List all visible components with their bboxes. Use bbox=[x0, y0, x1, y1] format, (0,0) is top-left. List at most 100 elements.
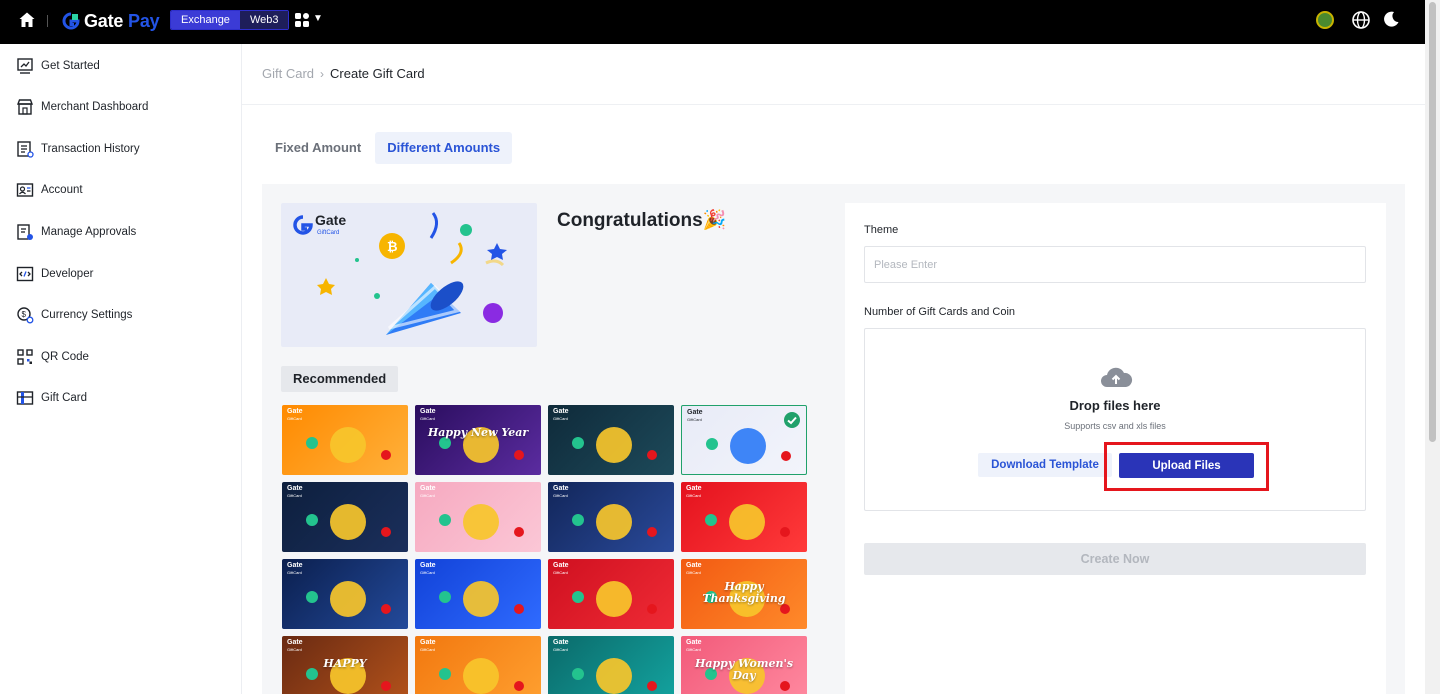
supported-formats-text: Supports csv and xls files bbox=[1064, 421, 1166, 431]
sidebar-item-label: Merchant Dashboard bbox=[41, 101, 149, 113]
card-artwork bbox=[439, 504, 524, 540]
gift-card-template-haunted-castle[interactable]: Gate GiftCard bbox=[548, 636, 674, 694]
gift-card-template-happy-new-year[interactable]: Gate GiftCard Happy New Year bbox=[415, 405, 541, 475]
gift-card-template-love-envelope[interactable]: Gate GiftCard bbox=[415, 482, 541, 552]
topbar-divider bbox=[47, 15, 48, 27]
sidebar-item-label: Developer bbox=[41, 268, 94, 280]
page-title: Create Gift Card bbox=[330, 66, 425, 81]
moon-icon[interactable] bbox=[1382, 10, 1400, 28]
create-gift-card-panel: Gate GiftCard ₿ Congratulations🎉 Recomme… bbox=[262, 184, 1405, 694]
gate-pay-logo[interactable]: Gate Pay bbox=[62, 9, 160, 33]
sidebar: Get Started Merchant Dashboard Transacti… bbox=[0, 44, 242, 694]
gift-card-preview: Gate GiftCard ₿ bbox=[281, 203, 537, 347]
gift-card-template-santa-coin[interactable]: Gate GiftCard bbox=[548, 482, 674, 552]
gift-card-template-fireworks[interactable]: Gate GiftCard bbox=[548, 405, 674, 475]
recommended-label: Recommended bbox=[281, 366, 399, 392]
storefront-icon bbox=[16, 99, 34, 115]
party-popper-illustration: Gate GiftCard ₿ bbox=[293, 212, 507, 335]
sidebar-item-gift-card[interactable]: Gift Card bbox=[0, 383, 241, 413]
gate-logo-icon bbox=[62, 12, 80, 30]
brand-name: Gate bbox=[84, 10, 124, 31]
upload-files-button[interactable]: Upload Files bbox=[1119, 453, 1254, 478]
id-card-icon bbox=[16, 183, 34, 197]
gift-cards-coin-label: Number of Gift Cards and Coin bbox=[864, 306, 1016, 318]
list-document-icon bbox=[17, 141, 34, 158]
sidebar-item-account[interactable]: Account bbox=[0, 175, 241, 205]
card-artwork bbox=[306, 581, 391, 617]
tab-different-amounts[interactable]: Different Amounts bbox=[375, 132, 513, 164]
card-artwork bbox=[439, 581, 524, 617]
card-artwork bbox=[439, 427, 524, 463]
tab-fixed-amount[interactable]: Fixed Amount bbox=[263, 132, 373, 164]
gift-card-template-rabbit-coin[interactable]: Gate GiftCard bbox=[548, 559, 674, 629]
gift-card-template-thanksgiving[interactable]: Gate GiftCard Happy Thanksgiving bbox=[681, 559, 807, 629]
card-greeting-text: Happy Thanksgiving bbox=[702, 580, 786, 605]
caret-down-icon[interactable]: ▼ bbox=[313, 13, 323, 24]
breadcrumb-separator: › bbox=[320, 66, 325, 81]
globe-icon[interactable] bbox=[1351, 10, 1371, 30]
card-artwork bbox=[306, 504, 391, 540]
gift-card-template-moon-festival[interactable]: Gate GiftCard bbox=[282, 559, 408, 629]
sidebar-item-label: Transaction History bbox=[41, 143, 140, 155]
sidebar-item-merchant-dashboard[interactable]: Merchant Dashboard bbox=[0, 92, 241, 122]
gift-card-icon bbox=[16, 391, 34, 405]
platform-switcher: Exchange Web3 bbox=[170, 10, 290, 30]
main-content: Gift Card › Create Gift Card Fixed Amoun… bbox=[242, 44, 1425, 694]
card-artwork bbox=[439, 658, 524, 694]
sidebar-item-developer[interactable]: Developer bbox=[0, 259, 241, 289]
sidebar-item-label: Manage Approvals bbox=[41, 226, 137, 238]
file-dropzone[interactable]: Drop files here Supports csv and xls fil… bbox=[864, 328, 1366, 511]
brand-suffix: Pay bbox=[128, 10, 160, 31]
preview-brand-sub: GiftCard bbox=[317, 230, 339, 236]
create-now-button[interactable]: Create Now bbox=[864, 543, 1366, 575]
card-greeting-text: HAPPY bbox=[323, 657, 367, 670]
gift-card-template-red-packet[interactable]: Gate GiftCard bbox=[681, 482, 807, 552]
gift-card-template-womens-day[interactable]: Gate GiftCard Happy Women's Day bbox=[681, 636, 807, 694]
card-artwork bbox=[572, 427, 657, 463]
home-icon[interactable] bbox=[18, 11, 36, 29]
sidebar-item-currency-settings[interactable]: $ Currency Settings bbox=[0, 300, 241, 330]
gift-card-form: Theme Number of Gift Cards and Coin Drop… bbox=[845, 203, 1386, 694]
sidebar-item-manage-approvals[interactable]: Manage Approvals bbox=[0, 217, 241, 247]
header-divider bbox=[242, 104, 1425, 105]
svg-text:₿: ₿ bbox=[387, 239, 398, 254]
card-artwork bbox=[572, 504, 657, 540]
top-navigation-bar: Gate Pay Exchange Web3 ▼ bbox=[0, 0, 1425, 44]
gift-card-template-halloween[interactable]: Gate GiftCard bbox=[415, 636, 541, 694]
card-artwork bbox=[572, 658, 657, 694]
gift-card-template-christmas-gift[interactable]: Gate GiftCard bbox=[282, 482, 408, 552]
amount-type-tabs: Fixed Amount Different Amounts bbox=[263, 132, 513, 164]
apps-grid-icon[interactable] bbox=[294, 12, 310, 28]
svg-text:$: $ bbox=[22, 310, 27, 319]
card-artwork bbox=[572, 581, 657, 617]
download-template-button[interactable]: Download Template bbox=[978, 453, 1112, 477]
card-artwork bbox=[306, 427, 391, 463]
dashboard-chart-icon bbox=[17, 58, 33, 74]
selected-check-icon bbox=[784, 412, 800, 428]
page-scrollbar[interactable] bbox=[1425, 0, 1440, 694]
sidebar-item-qr-code[interactable]: QR Code bbox=[0, 342, 241, 372]
user-avatar[interactable] bbox=[1316, 11, 1334, 29]
sidebar-item-label: Gift Card bbox=[41, 392, 88, 404]
sidebar-item-label: Currency Settings bbox=[41, 309, 133, 321]
theme-input[interactable] bbox=[864, 246, 1366, 283]
breadcrumb-gift-card-link[interactable]: Gift Card bbox=[262, 66, 314, 81]
qr-code-icon bbox=[17, 349, 33, 365]
drop-files-title: Drop files here bbox=[1069, 398, 1161, 413]
preview-title: Congratulations🎉 bbox=[557, 210, 727, 231]
gift-card-template-birthday-cake[interactable]: Gate GiftCard bbox=[282, 405, 408, 475]
currency-gear-icon: $ bbox=[17, 307, 34, 324]
sidebar-item-get-started[interactable]: Get Started bbox=[0, 51, 241, 81]
switcher-exchange[interactable]: Exchange bbox=[171, 11, 240, 29]
gift-card-template-bitcoin-coin[interactable]: Gate GiftCard bbox=[415, 559, 541, 629]
switcher-web3[interactable]: Web3 bbox=[239, 11, 289, 29]
gift-card-template-happy-thanksgiving-2[interactable]: Gate GiftCard HAPPY bbox=[282, 636, 408, 694]
scrollbar-thumb[interactable] bbox=[1429, 2, 1436, 442]
card-greeting-text: Happy Women's Day bbox=[694, 657, 794, 682]
gift-card-template-party-popper[interactable]: Gate GiftCard bbox=[681, 405, 807, 475]
theme-label: Theme bbox=[864, 224, 899, 236]
approval-document-icon bbox=[17, 224, 33, 240]
sidebar-item-label: Get Started bbox=[41, 60, 100, 72]
card-greeting-text: Happy New Year bbox=[427, 426, 529, 439]
sidebar-item-transaction-history[interactable]: Transaction History bbox=[0, 134, 241, 164]
